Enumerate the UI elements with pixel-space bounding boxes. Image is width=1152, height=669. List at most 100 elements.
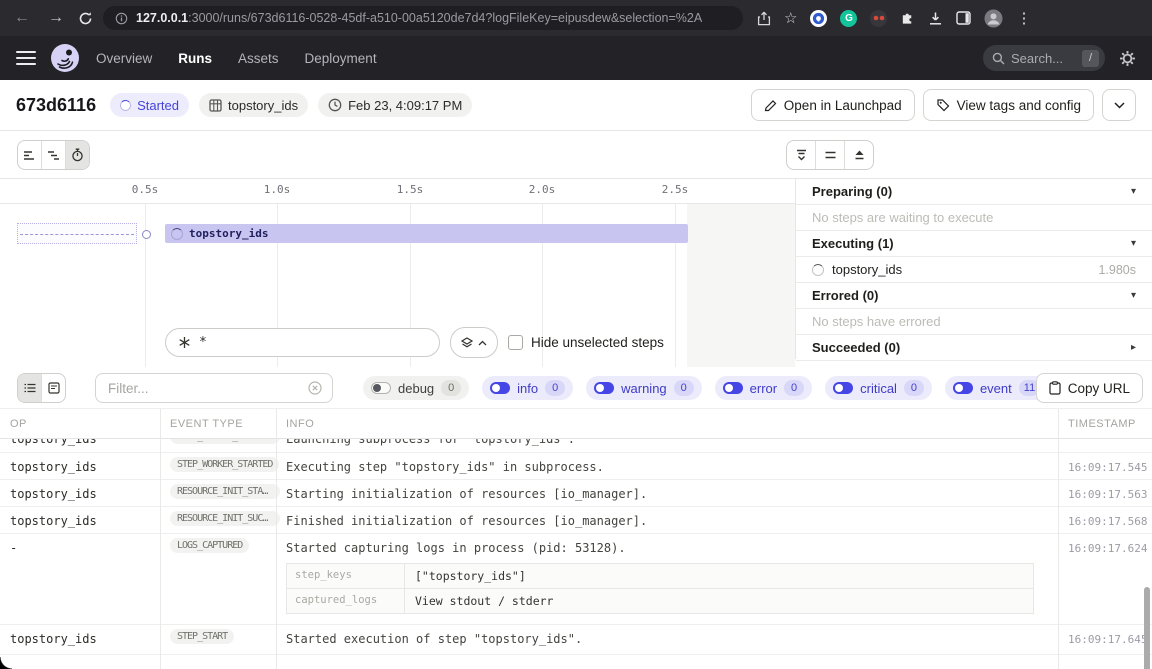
extension-grammarly-icon[interactable]: G (840, 10, 857, 27)
settings-gear-icon[interactable] (1119, 50, 1136, 67)
section-succeeded-header[interactable]: Succeeded (0) ▸ (796, 335, 1152, 361)
gantt-chart[interactable]: topstory_ids * Hide unselected steps (0, 204, 795, 367)
bookmark-star-icon[interactable]: ☆ (784, 9, 797, 27)
toggle-on-icon (594, 382, 614, 394)
job-grid-icon (209, 99, 222, 112)
log-level-filters: debug 0 info 0 warning 0 error 0 (363, 376, 1048, 400)
share-icon[interactable] (757, 11, 771, 26)
section-errored-header[interactable]: Errored (0) ▾ (796, 283, 1152, 309)
axis-tick: 1.0s (264, 183, 291, 196)
nav-item-deployment[interactable]: Deployment (305, 51, 377, 66)
collapse-all-icon[interactable] (787, 141, 815, 169)
log-timestamp[interactable]: 16:09:17.568 (1058, 507, 1152, 528)
address-bar[interactable]: 127.0.0.1:3000/runs/673d6116-0528-45df-a… (103, 6, 743, 30)
log-table-header: OP EVENT TYPE INFO TIMESTAMP (0, 409, 1152, 439)
column-header-timestamp[interactable]: TIMESTAMP (1058, 418, 1152, 430)
hamburger-menu-icon[interactable] (16, 51, 36, 66)
log-timestamp[interactable]: 16:09:17.645 (1058, 625, 1152, 646)
copy-url-button[interactable]: Copy URL (1036, 373, 1143, 403)
search-icon (992, 52, 1005, 65)
step-selector-input[interactable]: * (165, 328, 440, 357)
view-stdout-stderr-link[interactable]: View stdout / stderr (405, 589, 1033, 613)
site-info-icon[interactable] (115, 12, 128, 25)
job-name-tag[interactable]: topstory_ids (199, 93, 308, 117)
browser-menu-icon[interactable]: ⋮ (1016, 9, 1031, 27)
waterfall-view-icon[interactable] (41, 141, 65, 169)
browser-refresh-icon[interactable] (78, 11, 93, 26)
open-in-launchpad-button[interactable]: Open in Launchpad (751, 89, 915, 121)
log-row[interactable]: - LOGS_CAPTURED Started capturing logs i… (0, 534, 1152, 625)
view-tags-config-button[interactable]: View tags and config (923, 89, 1094, 121)
extension-misc-icon[interactable] (870, 10, 887, 27)
section-preparing-header[interactable]: Preparing (0) ▾ (796, 179, 1152, 205)
column-header-info[interactable]: INFO (276, 418, 1058, 430)
column-header-op[interactable]: OP (0, 418, 160, 430)
gantt-step-bar[interactable]: topstory_ids (165, 224, 688, 243)
column-header-event-type[interactable]: EVENT TYPE (160, 418, 276, 430)
step-elapsed-time: 1.980s (1098, 263, 1136, 277)
dagster-logo[interactable] (50, 43, 80, 73)
level-count-badge: 0 (545, 380, 565, 396)
browser-back-icon[interactable]: ← (10, 10, 34, 26)
log-filter-field (95, 373, 333, 403)
gantt-future-region (687, 204, 795, 367)
browser-chrome: ← → 127.0.0.1:3000/runs/673d6116-0528-45… (0, 0, 1152, 36)
log-timestamp[interactable]: 16:09:17.545 (1058, 453, 1152, 474)
caret-up-icon (478, 340, 487, 346)
level-toggle-error[interactable]: error 0 (715, 376, 812, 400)
downloads-icon[interactable] (928, 11, 943, 26)
nav-item-runs[interactable]: Runs (178, 51, 212, 66)
global-search[interactable]: Search... / (983, 45, 1105, 71)
extension-1password-icon[interactable] (810, 10, 827, 27)
level-toggle-warning[interactable]: warning 0 (586, 376, 702, 400)
row-density-icon[interactable] (815, 141, 844, 169)
nav-item-overview[interactable]: Overview (96, 51, 152, 66)
event-type-badge: STEP_WORKER_STARTING (170, 439, 280, 444)
log-filter-input[interactable] (106, 380, 300, 397)
level-toggle-critical[interactable]: critical 0 (825, 376, 932, 400)
level-toggle-event[interactable]: event 11 (945, 376, 1048, 400)
nav-item-assets[interactable]: Assets (238, 51, 279, 66)
log-row[interactable]: topstory_ids STEP_START Started executio… (0, 625, 1152, 655)
hide-unselected-checkbox[interactable] (508, 335, 523, 350)
level-count-badge: 0 (674, 380, 694, 396)
section-executing-header[interactable]: Executing (1) ▾ (796, 231, 1152, 257)
gantt-toolbar: Hide not started steps Re-execute (topst… (0, 131, 1152, 178)
log-row[interactable]: topstory_ids STEP_WORKER_STARTING Launch… (0, 439, 1152, 453)
executing-step-row[interactable]: topstory_ids 1.980s (796, 257, 1152, 283)
scroll-to-top-icon[interactable] (844, 141, 873, 169)
run-header: 673d6116 Started topstory_ids Feb 23, 4:… (0, 80, 1152, 131)
log-timestamp[interactable]: 16:09:17.563 (1058, 480, 1152, 501)
run-actions-chevron-button[interactable] (1102, 89, 1136, 121)
browser-avatar[interactable] (984, 9, 1003, 28)
window-corner (0, 657, 12, 669)
log-view-mode-group (17, 373, 66, 403)
hide-unselected-label: Hide unselected steps (531, 335, 664, 350)
log-timestamp[interactable]: 16:09:17.624 (1058, 534, 1152, 555)
timed-view-icon[interactable] (65, 141, 89, 169)
run-start-time: Feb 23, 4:09:17 PM (318, 93, 472, 117)
step-selector-row: * Hide unselected steps (165, 327, 664, 358)
selector-options-button[interactable] (450, 327, 498, 358)
level-toggle-info[interactable]: info 0 (482, 376, 573, 400)
extensions-puzzle-icon[interactable] (900, 11, 915, 26)
log-row[interactable]: topstory_ids RESOURCE_INIT_STARTED Start… (0, 480, 1152, 507)
log-list-view-icon[interactable] (18, 374, 41, 402)
event-type-badge: RESOURCE_INIT_STARTED (170, 484, 280, 499)
search-shortcut-key: / (1082, 50, 1099, 67)
log-row[interactable]: topstory_ids RESOURCE_INIT_SUCCESS Finis… (0, 507, 1152, 534)
browser-forward-icon[interactable]: → (44, 10, 68, 26)
event-metadata-table: step_keys ["topstory_ids"] captured_logs… (286, 563, 1034, 614)
level-count-badge: 0 (784, 380, 804, 396)
step-spinner-icon (171, 228, 183, 240)
app-nav: Overview Runs Assets Deployment Search..… (0, 36, 1152, 80)
sidebar-toggle-icon[interactable] (956, 11, 971, 25)
level-toggle-debug[interactable]: debug 0 (363, 376, 469, 400)
chevron-down-icon (1114, 102, 1125, 109)
flat-view-icon[interactable] (18, 141, 41, 169)
clear-filter-icon[interactable] (308, 381, 322, 395)
log-scrollbar-thumb[interactable] (1144, 587, 1150, 669)
toggle-on-icon (833, 382, 853, 394)
log-structured-view-icon[interactable] (41, 374, 65, 402)
log-row[interactable]: topstory_ids STEP_WORKER_STARTED Executi… (0, 453, 1152, 480)
